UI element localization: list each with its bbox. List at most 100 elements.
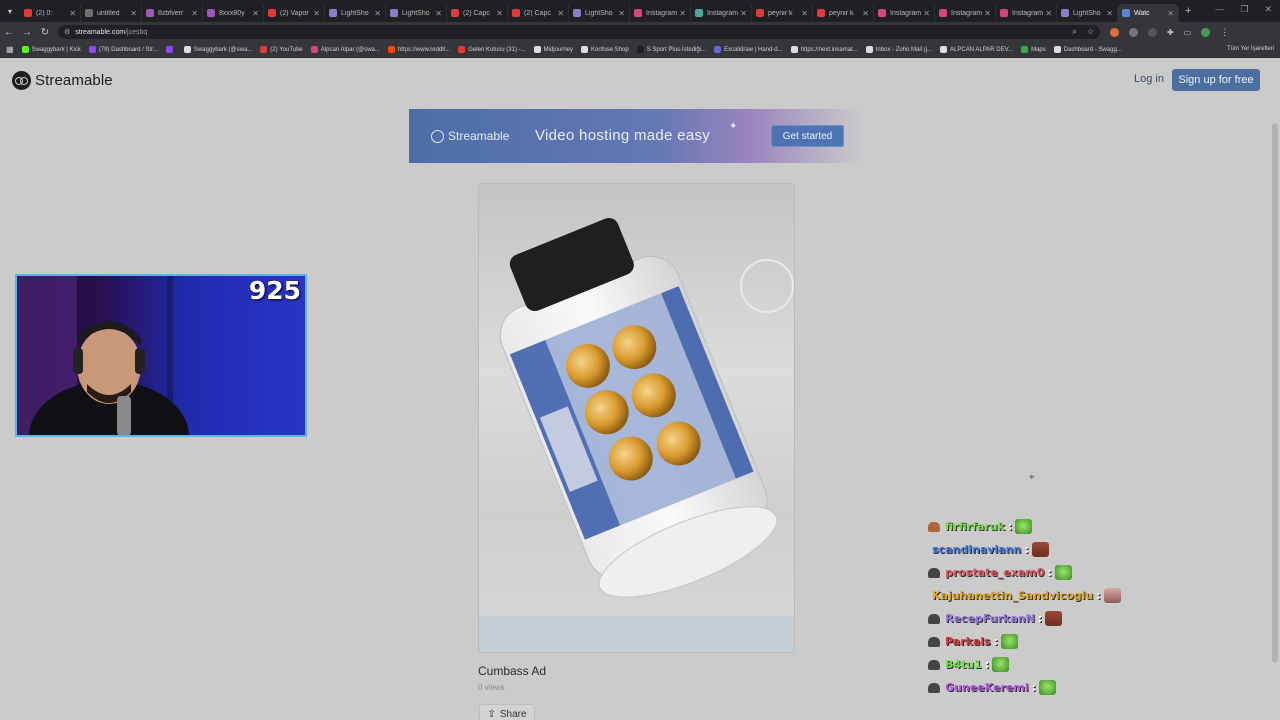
reload-icon[interactable]: ↻ [36,27,54,38]
back-icon[interactable]: ← [0,27,18,38]
streamable-logo[interactable]: Streamable [12,71,113,90]
promo-banner[interactable]: Streamable Video hosting made easy ✦ Get… [409,109,863,163]
browser-tab[interactable]: LightSho ✕ [386,4,447,22]
bookmark-item[interactable]: Alpcan Alpar (@swa... [310,46,380,53]
tab-close-icon[interactable]: ✕ [984,9,991,18]
close-window-icon[interactable]: ✕ [1264,4,1272,15]
forward-icon[interactable]: → [18,27,36,38]
tab-close-icon[interactable]: ✕ [69,9,76,18]
browser-tab[interactable]: Instagram ✕ [630,4,691,22]
minimize-icon[interactable]: — [1215,4,1224,15]
extension-icon[interactable] [1148,27,1157,37]
browser-tab[interactable]: (2) Capc ✕ [508,4,569,22]
profile-avatar[interactable] [1201,27,1211,37]
browser-tab[interactable]: LightSho ✕ [1057,4,1118,22]
browser-tab[interactable]: LightSho ✕ [569,4,630,22]
browser-tab[interactable]: 8zbfverr ✕ [142,4,203,22]
tab-close-icon[interactable]: ✕ [313,9,320,18]
tab-close-icon[interactable]: ✕ [801,9,808,18]
bookmark-label: (79) Dashboard / Str... [98,46,158,53]
bookmark-item[interactable]: Swaggybark (@swa... [183,46,252,53]
bookmark-item[interactable]: Excalidraw | Hand-d... [714,46,783,53]
browser-tab[interactable]: (2) Vapor ✕ [264,4,325,22]
webcam-overlay: 925 [15,274,307,437]
tab-close-icon[interactable]: ✕ [740,9,747,18]
tab-close-icon[interactable]: ✕ [1167,9,1174,18]
browser-tab[interactable]: Instagram ✕ [691,4,752,22]
browser-tab[interactable]: (2) 0: ✕ [20,4,81,22]
bookmarks-bar: ▦ Swaggybark | Kick (79) Dashboard / Str.… [0,42,1280,58]
tab-search-icon[interactable]: ▾ [0,0,20,22]
bookmark-item[interactable]: Midjourney [533,46,573,53]
bookmark-item[interactable]: https://next.inkamat... [790,46,858,53]
chat-separator: : [1047,566,1052,579]
bookmark-item[interactable] [165,46,176,53]
video-player[interactable] [478,183,795,653]
tab-close-icon[interactable]: ✕ [374,9,381,18]
new-tab-button[interactable]: + [1185,5,1191,17]
tab-label: Instagram [951,9,983,17]
zoom-icon[interactable]: ⌕ [1072,27,1076,37]
tab-label: Instagram [890,9,922,17]
all-bookmarks-link[interactable]: Tüm Yer İşaretleri [1227,46,1274,52]
site-info-icon[interactable]: ⚙ [64,28,70,36]
browser-tab[interactable]: untitled ✕ [81,4,142,22]
maximize-icon[interactable]: ❐ [1240,4,1248,15]
tab-close-icon[interactable]: ✕ [252,9,259,18]
tab-close-icon[interactable]: ✕ [1106,9,1113,18]
tab-close-icon[interactable]: ✕ [435,9,442,18]
get-started-button[interactable]: Get started [771,125,844,147]
bookmark-item[interactable]: Swaggybark | Kick [21,46,81,53]
page-scrollbar[interactable] [1272,123,1278,663]
bookmark-item[interactable]: ALPCAN ALPAR DEV... [940,46,1013,53]
browser-tab[interactable]: Instagram ✕ [874,4,935,22]
tab-close-icon[interactable]: ✕ [618,9,625,18]
browser-tab[interactable]: peynir k ✕ [752,4,813,22]
chat-message: scandinaviann: [928,538,1148,561]
tab-close-icon[interactable]: ✕ [496,9,503,18]
share-button[interactable]: ⇪ Share [479,704,535,720]
user-badge-icon [928,659,940,670]
extension-icon[interactable] [1129,27,1138,37]
bookmark-star-icon[interactable]: ☆ [1087,27,1094,37]
browser-tab[interactable]: 8xxx80y ✕ [203,4,264,22]
tab-favicon-icon [878,9,886,17]
browser-tab[interactable]: Instagram ✕ [935,4,996,22]
tab-close-icon[interactable]: ✕ [191,9,198,18]
bookmark-item[interactable]: https://www.reddit... [387,46,450,53]
chat-username: B4tu1 [945,658,982,671]
tab-close-icon[interactable]: ✕ [923,9,930,18]
signup-button[interactable]: Sign up for free [1172,69,1260,91]
bookmark-item[interactable]: Inbox - Zoho Mail (j... [865,46,932,53]
bookmark-item[interactable]: (79) Dashboard / Str... [88,46,158,53]
browser-tab[interactable]: LightSho ✕ [325,4,386,22]
tab-favicon-icon [1000,9,1008,17]
bookmark-item[interactable]: Maps [1021,46,1046,53]
bookmark-item[interactable]: S Sport Plus-İstediği... [636,46,706,53]
bookmark-item[interactable]: (2) YouTube [260,46,303,53]
chat-message: Parkals: [928,630,1148,653]
frog-emote-icon [1015,519,1033,534]
apps-grid-icon[interactable]: ▦ [6,45,14,54]
tab-label: 8zbfverr [158,9,184,17]
browser-tab[interactable]: (2) Capc ✕ [447,4,508,22]
login-link[interactable]: Log in [1134,73,1164,85]
url-input[interactable]: ⚙ streamable.com/jcesbq ⌕ ☆ [58,25,1100,39]
bookmark-item[interactable]: Gelen Kutusu (31) -... [458,46,526,53]
bookmark-item[interactable]: Dashboard - Swagg... [1053,46,1122,53]
browser-tab[interactable]: Watc ✕ [1118,4,1179,22]
puzzle-icon[interactable]: ✚ [1167,28,1174,37]
video-title: Cumbass Ad [478,664,547,678]
extension-icon[interactable] [1110,27,1119,37]
browser-tab[interactable]: Instagram ✕ [996,4,1057,22]
menu-dots-icon[interactable]: ⋮ [1220,27,1229,38]
tab-close-icon[interactable]: ✕ [130,9,137,18]
sidebar-icon[interactable]: ▭ [1184,28,1192,37]
tab-close-icon[interactable]: ✕ [557,9,564,18]
tab-close-icon[interactable]: ✕ [679,9,686,18]
browser-tab[interactable]: peynir k ✕ [813,4,874,22]
tab-close-icon[interactable]: ✕ [862,9,869,18]
tab-close-icon[interactable]: ✕ [1045,9,1052,18]
bookmark-item[interactable]: Konfuse Shop [581,46,629,53]
tab-label: peynir k [768,9,793,17]
